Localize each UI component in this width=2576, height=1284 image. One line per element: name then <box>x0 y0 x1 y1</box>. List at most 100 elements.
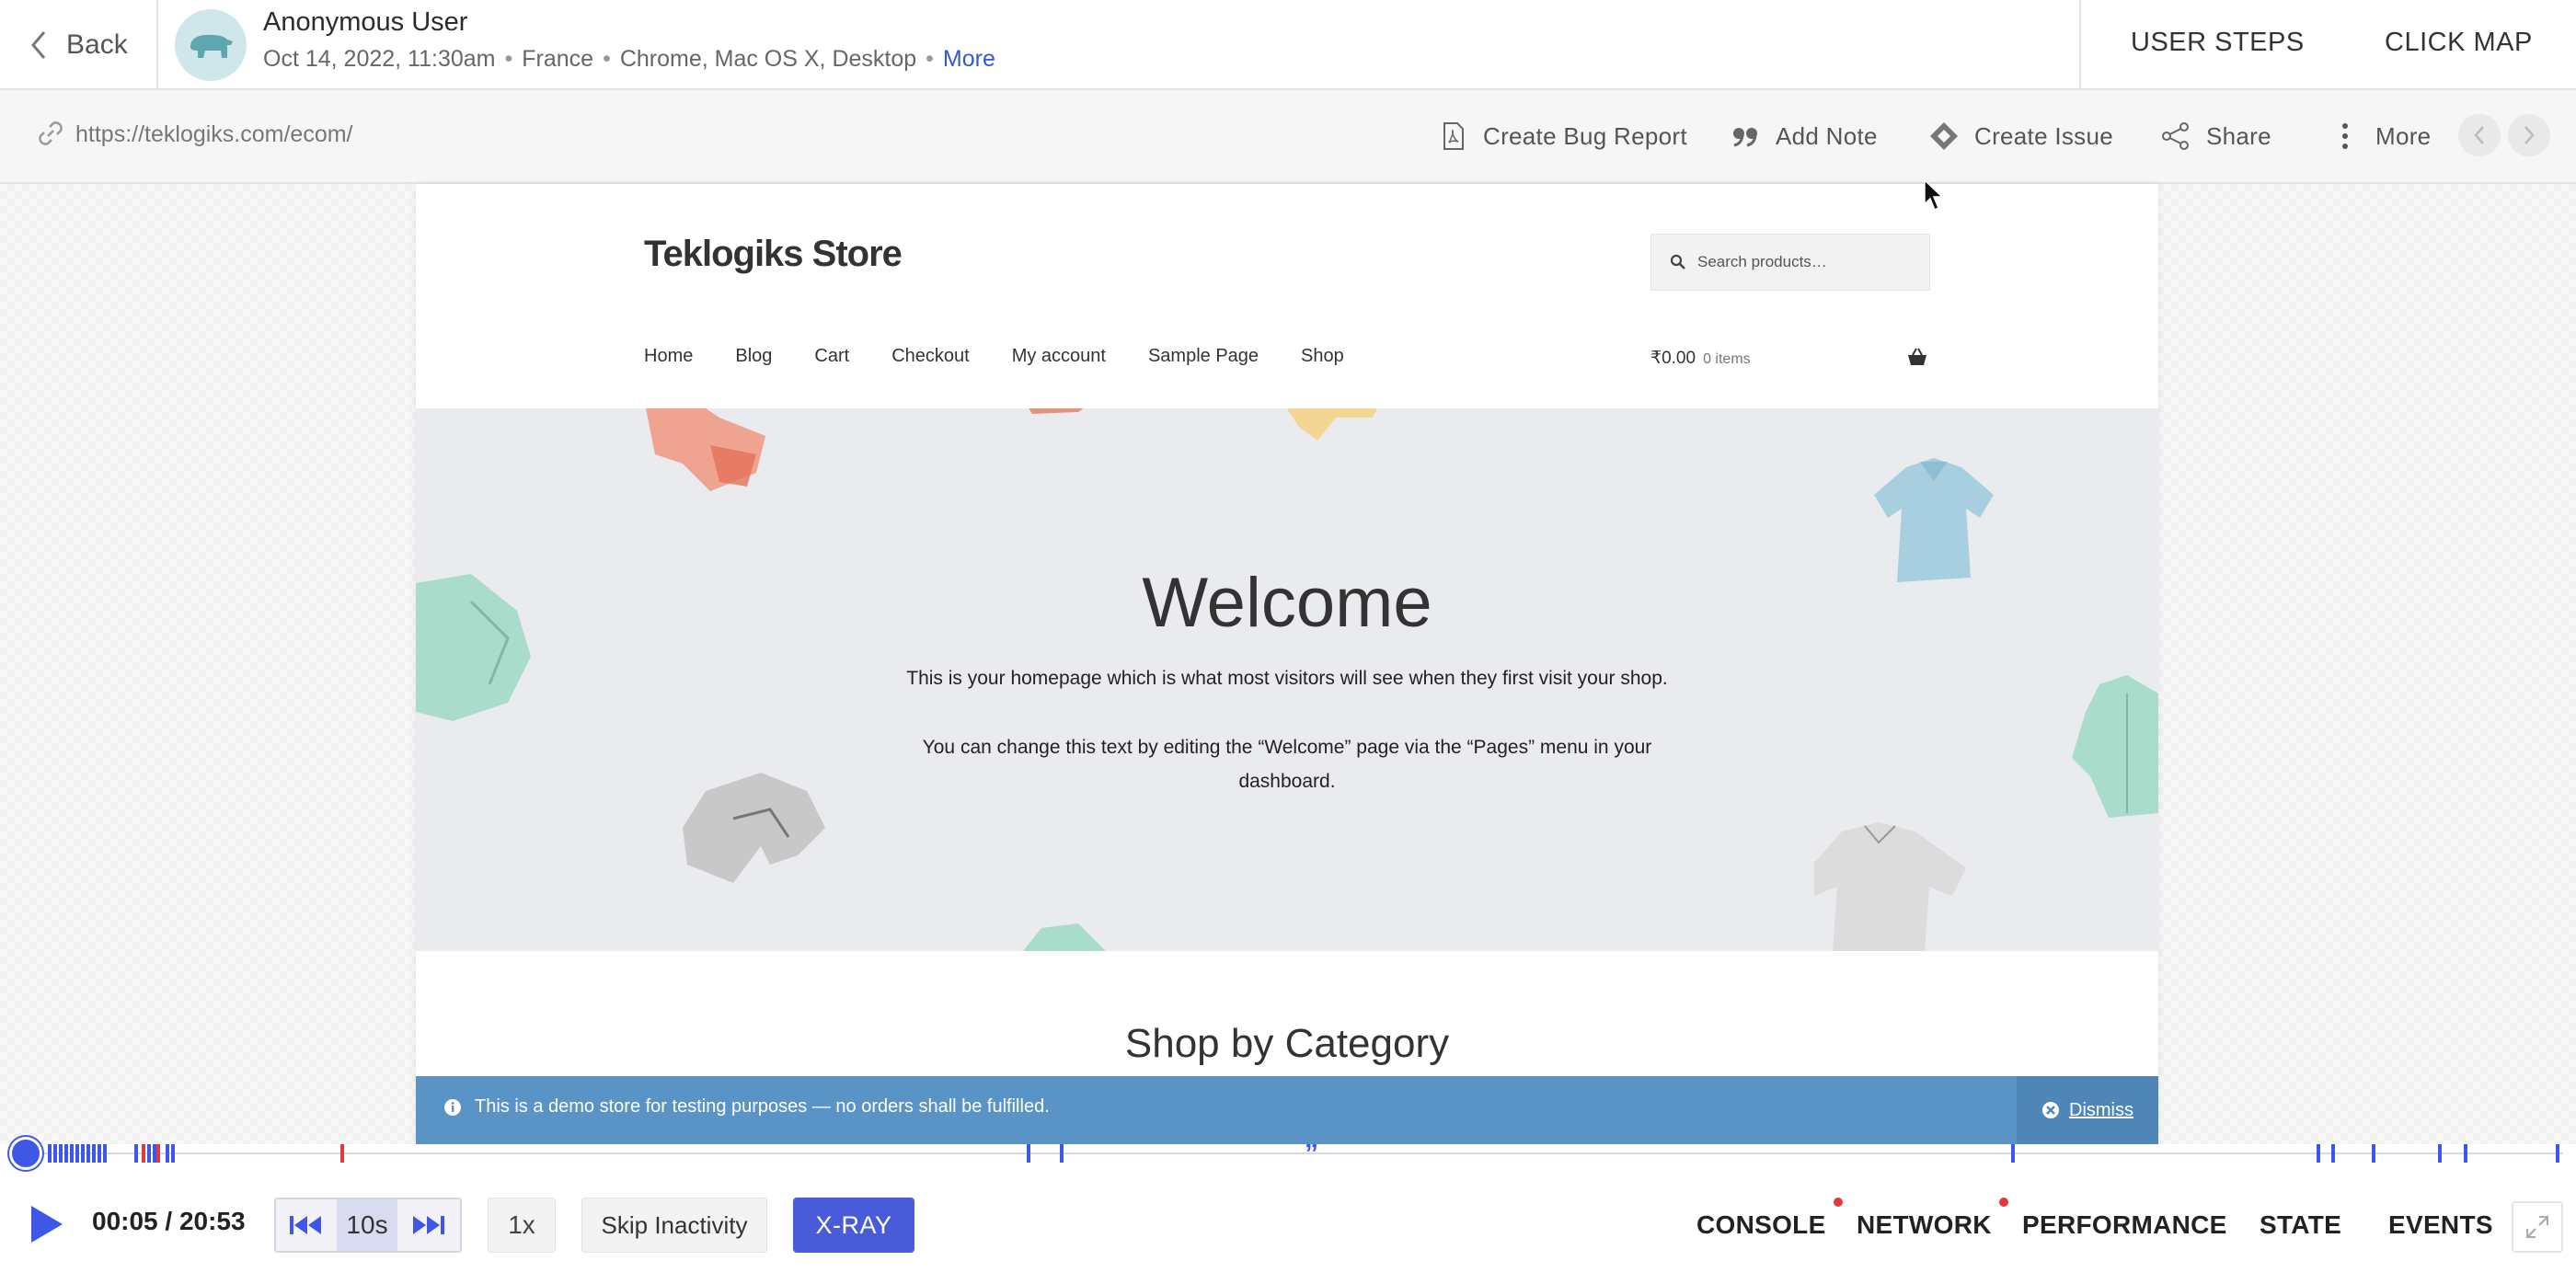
pdf-icon <box>1443 122 1464 150</box>
clothing-illustration <box>1286 408 1377 441</box>
session-datetime: Oct 14, 2022, 11:30am <box>263 46 496 72</box>
add-note-button[interactable]: Add Note <box>1730 116 1878 156</box>
xray-button[interactable]: X-RAY <box>793 1198 914 1253</box>
more-actions-label: More <box>2375 121 2432 150</box>
timeline-event-marker[interactable] <box>64 1144 68 1164</box>
more-actions-button[interactable]: More <box>2329 116 2431 156</box>
playback-time: 00:05 / 20:53 <box>92 1207 246 1235</box>
site-search-input[interactable]: Search products… <box>1650 234 1930 291</box>
previous-session-button[interactable] <box>2458 114 2501 156</box>
timeline-event-marker[interactable] <box>92 1144 96 1164</box>
tab-events[interactable]: EVENTS <box>2388 1210 2493 1240</box>
skip-inactivity-toggle[interactable]: Skip Inactivity <box>581 1198 767 1253</box>
timeline-event-marker[interactable] <box>2556 1144 2559 1164</box>
site-search-placeholder: Search products… <box>1697 253 1827 270</box>
skip-interval[interactable]: 10s <box>337 1199 397 1251</box>
skip-back-button[interactable] <box>276 1199 337 1251</box>
timeline-event-marker[interactable] <box>147 1144 151 1164</box>
timeline-event-marker[interactable] <box>75 1144 79 1164</box>
clothing-illustration <box>1023 923 1106 951</box>
fullscreen-button[interactable] <box>2512 1201 2563 1253</box>
hero-text: This is your homepage which is what most… <box>906 668 1668 689</box>
timeline-event-marker[interactable] <box>134 1144 138 1164</box>
timeline-error-marker[interactable] <box>142 1144 145 1164</box>
notice-text: This is a demo store for testing purpose… <box>475 1096 1050 1117</box>
tab-performance[interactable]: PERFORMANCE <box>2022 1210 2227 1240</box>
create-issue-label: Create Issue <box>1974 121 2114 150</box>
cart-total[interactable]: ₹0.00 0 items <box>1650 348 1751 369</box>
site-nav-sample-page[interactable]: Sample Page <box>1148 346 1259 367</box>
site-nav-my-account[interactable]: My account <box>1012 346 1106 367</box>
mouse-cursor-icon <box>1924 178 1944 212</box>
create-issue-button[interactable]: Create Issue <box>1928 116 2113 156</box>
timeline-event-marker[interactable] <box>171 1144 175 1164</box>
dismiss-button[interactable]: Dismiss <box>2017 1076 2158 1144</box>
timeline-event-marker[interactable] <box>1027 1144 1030 1164</box>
timeline-event-marker[interactable] <box>2331 1144 2335 1164</box>
demo-store-notice: This is a demo store for testing purpose… <box>416 1076 2158 1144</box>
tab-click-map[interactable]: CLICK MAP <box>2385 28 2533 58</box>
search-icon <box>1670 254 1685 269</box>
tab-console[interactable]: CONSOLE <box>1696 1198 1843 1240</box>
timeline-event-marker[interactable] <box>81 1144 85 1164</box>
site-nav-shop[interactable]: Shop <box>1301 346 1344 367</box>
chevron-left-icon <box>31 31 46 59</box>
timeline-event-marker[interactable] <box>2011 1144 2015 1164</box>
site-nav-cart[interactable]: Cart <box>814 346 849 367</box>
timeline-error-marker[interactable] <box>340 1144 344 1164</box>
next-session-button[interactable] <box>2508 114 2550 156</box>
play-icon[interactable] <box>28 1203 64 1245</box>
tab-state[interactable]: STATE <box>2260 1210 2341 1240</box>
timeline-event-marker[interactable] <box>2464 1144 2467 1164</box>
session-location: France <box>522 46 594 72</box>
expand-icon <box>2526 1216 2548 1238</box>
timeline-event-marker[interactable] <box>59 1144 63 1164</box>
tab-network[interactable]: NETWORK <box>1857 1198 2008 1240</box>
fast-forward-icon <box>413 1216 444 1234</box>
rewind-icon <box>290 1216 321 1234</box>
timeline-scrubber[interactable] <box>9 1137 42 1170</box>
timeline-event-marker[interactable] <box>48 1144 52 1164</box>
site-title[interactable]: Teklogiks Store <box>644 234 903 275</box>
share-icon <box>2162 122 2189 150</box>
more-details-link[interactable]: More <box>943 46 995 72</box>
timeline-event-marker[interactable] <box>70 1144 74 1164</box>
timeline-track[interactable] <box>18 1152 2563 1154</box>
skip-forward-button[interactable] <box>397 1199 458 1251</box>
hero-text-secondary: You can change this text by editing the … <box>416 730 2158 798</box>
site-nav-checkout[interactable]: Checkout <box>891 346 970 367</box>
replayed-website: Teklogiks Store Search products… Home Bl… <box>416 184 2158 1144</box>
tab-user-steps[interactable]: USER STEPS <box>2131 28 2305 58</box>
hero-banner: Welcome This is your homepage which is w… <box>416 408 2158 951</box>
playback-speed-button[interactable]: 1x <box>488 1198 556 1253</box>
timeline-event-marker[interactable] <box>2372 1144 2375 1164</box>
info-icon <box>444 1098 461 1116</box>
site-nav: Home Blog Cart Checkout My account Sampl… <box>644 346 1386 367</box>
create-bug-report-button[interactable]: Create Bug Report <box>1437 116 1687 156</box>
share-button[interactable]: Share <box>2160 116 2271 156</box>
hero-text-secondary-content: You can change this text by editing the … <box>922 737 1652 792</box>
create-bug-report-label: Create Bug Report <box>1483 121 1687 150</box>
site-nav-blog[interactable]: Blog <box>735 346 772 367</box>
bear-avatar-icon <box>190 34 233 58</box>
diamond-icon <box>1930 122 1958 150</box>
user-name: Anonymous User <box>263 7 468 37</box>
timeline-event-marker[interactable] <box>2317 1144 2320 1164</box>
timeline-event-marker[interactable] <box>1060 1144 1064 1164</box>
timeline-event-marker[interactable] <box>53 1144 57 1164</box>
timeline-error-marker[interactable] <box>156 1144 160 1164</box>
section-title: Shop by Category <box>1124 1021 1450 1066</box>
hero-title: Welcome <box>1142 564 1432 642</box>
cart-amount: ₹0.00 <box>1650 349 1696 368</box>
timeline-event-marker[interactable] <box>98 1144 101 1164</box>
timeline-event-marker[interactable] <box>166 1144 169 1164</box>
basket-icon[interactable] <box>1906 346 1928 368</box>
divider <box>156 0 158 90</box>
timeline-event-marker[interactable] <box>86 1144 90 1164</box>
timeline-event-marker[interactable] <box>2438 1144 2442 1164</box>
site-nav-home[interactable]: Home <box>644 346 693 367</box>
timeline-event-marker[interactable] <box>103 1144 107 1164</box>
tab-network-label: NETWORK <box>1857 1210 1992 1239</box>
dismiss-label: Dismiss <box>2069 1099 2133 1120</box>
back-button[interactable]: Back <box>28 22 128 68</box>
